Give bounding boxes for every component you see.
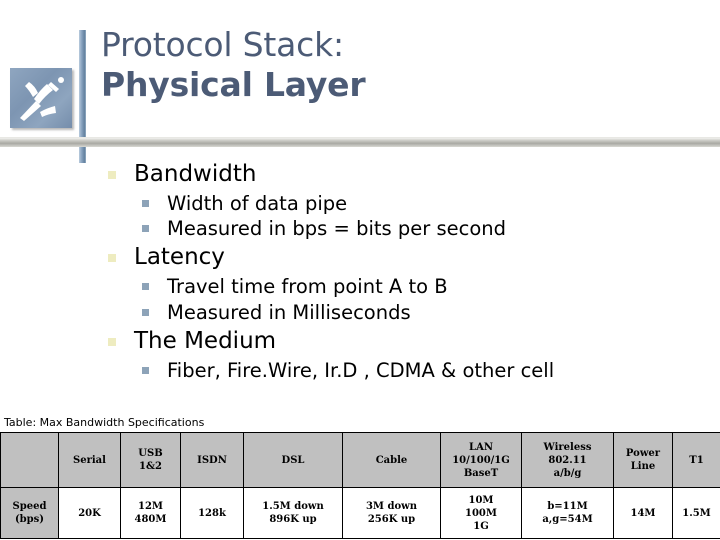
table-header-cable: Cable	[342, 432, 441, 488]
table-caption: Table: Max Bandwidth Specifications	[4, 416, 205, 429]
square-bullet-icon	[142, 199, 149, 207]
table-header-serial: Serial	[58, 432, 121, 488]
table-cell-wireless-speed: b=11M a,g=54M	[521, 487, 614, 539]
bullet-list-level1: Bandwidth Width of data pipe Measured in…	[0, 160, 720, 383]
sub-bullet-item: Measured in bps = bits per second	[134, 216, 720, 241]
sub-bullet-label: Width of data pipe	[167, 191, 348, 215]
slide-title-area: Protocol Stack: Physical Layer	[0, 0, 720, 170]
sub-bullet-item: Fiber, Fire.Wire, Ir.D , CDMA & other ce…	[134, 358, 720, 383]
table-header-dsl: DSL	[243, 432, 343, 488]
bullet-list-level2: Width of data pipe Measured in bps = bit…	[134, 191, 720, 242]
sub-bullet-item: Measured in Milliseconds	[134, 300, 720, 325]
title-horizontal-rule	[0, 137, 720, 147]
square-bullet-icon	[108, 337, 116, 346]
bullet-list-level2: Fiber, Fire.Wire, Ir.D , CDMA & other ce…	[134, 358, 720, 383]
table-header-isdn: ISDN	[180, 432, 244, 488]
table-corner-cell	[0, 432, 59, 488]
slide-body: Bandwidth Width of data pipe Measured in…	[0, 160, 720, 415]
square-bullet-icon	[108, 171, 116, 179]
bullet-item-latency: Latency Travel time from point A to B Me…	[0, 243, 720, 324]
square-bullet-icon	[142, 366, 149, 374]
title-line-1: Protocol Stack:	[101, 25, 344, 64]
bullet-label: The Medium	[134, 327, 277, 354]
table-row: Speed (bps) 20K 12M 480M 128k 1.5M down …	[0, 487, 720, 539]
sub-bullet-item: Width of data pipe	[134, 191, 720, 216]
square-bullet-icon	[142, 283, 149, 291]
bullet-item-bandwidth: Bandwidth Width of data pipe Measured in…	[0, 160, 720, 241]
bandwidth-table-block: Table: Max Bandwidth Specifications Seri…	[0, 416, 720, 539]
table-header-usb: USB 1&2	[120, 432, 181, 488]
sub-bullet-label: Measured in Milliseconds	[167, 300, 411, 324]
table-cell-power-line-speed: 14M	[613, 487, 673, 539]
bullet-label: Latency	[134, 244, 225, 271]
max-bandwidth-table: Serial USB 1&2 ISDN DSL Cable LAN 10/100	[0, 432, 720, 539]
sub-bullet-label: Travel time from point A to B	[167, 275, 448, 299]
square-bullet-icon	[142, 308, 149, 316]
title-line-2: Physical Layer	[101, 65, 366, 104]
table-cell-t1-speed: 1.5M	[672, 487, 720, 539]
table-row-header-speed: Speed (bps)	[0, 487, 59, 539]
table-cell-serial-speed: 20K	[58, 487, 121, 539]
bullet-label: Bandwidth	[134, 161, 257, 187]
bullet-item-the-medium: The Medium Fiber, Fire.Wire, Ir.D , CDMA…	[0, 327, 720, 383]
table-cell-isdn-speed: 128k	[180, 487, 244, 539]
table-cell-dsl-speed: 1.5M down 896K up	[243, 487, 343, 539]
table-header-lan: LAN 10/100/1G BaseT	[440, 432, 522, 488]
table-header-t1: T1	[672, 432, 720, 488]
table-header-power-line: Power Line	[613, 432, 673, 488]
page-title: Protocol Stack: Physical Layer	[101, 28, 701, 101]
table-cell-usb-speed: 12M 480M	[120, 487, 181, 539]
bullet-list-level2: Travel time from point A to B Measured i…	[134, 274, 720, 325]
sub-bullet-label: Measured in bps = bits per second	[167, 217, 507, 241]
table-header-wireless: Wireless 802.11 a/b/g	[521, 432, 614, 488]
square-bullet-icon	[108, 254, 116, 263]
table-header-row: Serial USB 1&2 ISDN DSL Cable LAN 10/100	[0, 432, 720, 488]
sub-bullet-item: Travel time from point A to B	[134, 274, 720, 299]
darts-logo-icon	[10, 68, 72, 128]
square-bullet-icon	[142, 225, 149, 233]
sub-bullet-label: Fiber, Fire.Wire, Ir.D , CDMA & other ce…	[167, 358, 555, 382]
table-cell-lan-speed: 10M 100M 1G	[440, 487, 522, 539]
table-cell-cable-speed: 3M down 256K up	[342, 487, 441, 539]
